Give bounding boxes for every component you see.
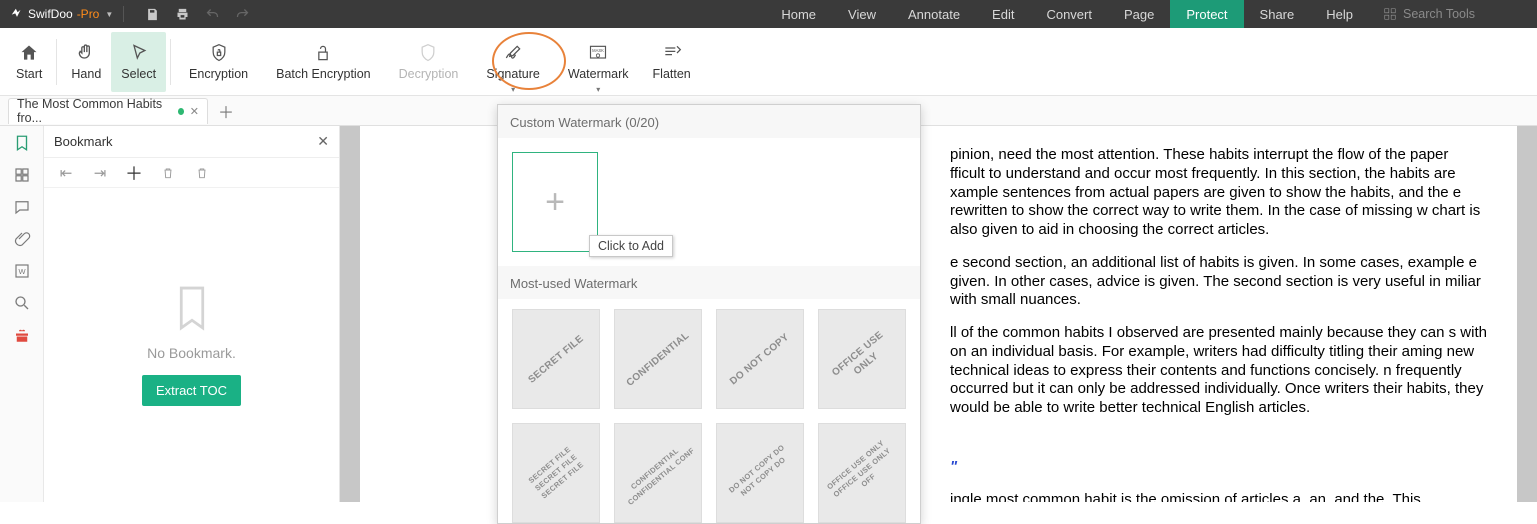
unsaved-indicator [178, 108, 184, 115]
search-tools[interactable] [1369, 0, 1537, 28]
svg-text:MASK: MASK [592, 48, 604, 53]
empty-bookmark-icon [173, 285, 211, 331]
ribbon-watermark[interactable]: MASK Watermark ▾ [554, 32, 643, 92]
tab-title: The Most Common Habits fro... [17, 97, 172, 125]
side-rail: W [0, 126, 44, 502]
add-watermark-tooltip: Click to Add [589, 235, 673, 257]
hand-icon [76, 43, 96, 63]
custom-watermark-area: + Click to Add [498, 138, 920, 266]
delete-bookmark-icon[interactable] [160, 165, 176, 181]
ribbon-select[interactable]: Select [111, 32, 166, 92]
watermark-preset[interactable]: OFFICE USE ONLY [818, 309, 906, 409]
outdent-icon[interactable]: ⇤ [58, 165, 74, 181]
app-edition: -Pro [77, 7, 100, 21]
watermark-preset-grid: SECRET FILE CONFIDENTIAL DO NOT COPY OFF… [498, 299, 920, 523]
panel-header: Bookmark ✕ [44, 126, 339, 158]
app-logo[interactable]: SwifDoo -Pro ▼ [0, 7, 119, 21]
lock-icon [313, 43, 333, 63]
chevron-down-icon: ▾ [596, 85, 600, 94]
panel-body: No Bookmark. Extract TOC [44, 188, 339, 502]
menu-edit[interactable]: Edit [976, 0, 1030, 28]
search-rail-icon[interactable] [11, 292, 33, 314]
menu-view[interactable]: View [832, 0, 892, 28]
menu-protect[interactable]: Protect [1170, 0, 1243, 28]
add-bookmark-icon[interactable]: ＋ [126, 165, 142, 181]
indent-icon[interactable]: ⇥ [92, 165, 108, 181]
undo-icon[interactable] [204, 6, 220, 22]
app-dropdown-caret[interactable]: ▼ [105, 10, 113, 19]
watermark-icon: MASK [588, 43, 608, 63]
panel-title: Bookmark [54, 134, 113, 149]
main-menu: Home View Annotate Edit Convert Page Pro… [765, 0, 1537, 28]
add-tab-button[interactable]: ＋ [218, 99, 234, 123]
menu-home[interactable]: Home [765, 0, 832, 28]
home-icon [19, 43, 39, 63]
shield-unlock-icon [418, 43, 438, 63]
watermark-preset-tiled[interactable]: DO NOT COPY DO NOT COPY DO [716, 423, 804, 523]
panel-close-icon[interactable]: ✕ [317, 133, 329, 150]
ribbon: Start Hand Select Encryption Batch Encry… [0, 28, 1537, 96]
flatten-icon [662, 43, 682, 63]
thumbnails-rail-icon[interactable] [11, 164, 33, 186]
separator [56, 39, 57, 85]
bookmark-panel: Bookmark ✕ ⇤ ⇥ ＋ No Bookmark. Extract TO… [44, 126, 340, 502]
menu-annotate[interactable]: Annotate [892, 0, 976, 28]
ribbon-batch-encryption[interactable]: Batch Encryption [262, 32, 385, 92]
word-export-rail-icon[interactable]: W [11, 260, 33, 282]
chevron-down-icon: ▾ [511, 85, 515, 94]
redo-icon[interactable] [234, 6, 250, 22]
search-input[interactable] [1403, 7, 1523, 21]
watermark-preset[interactable]: DO NOT COPY [716, 309, 804, 409]
shield-lock-icon [209, 43, 229, 63]
plus-icon: + [545, 183, 565, 222]
app-logo-icon [10, 7, 24, 21]
menu-share[interactable]: Share [1244, 0, 1311, 28]
attachments-rail-icon[interactable] [11, 228, 33, 250]
watermark-dropdown-panel: Custom Watermark (0/20) + Click to Add M… [497, 104, 921, 524]
menu-convert[interactable]: Convert [1030, 0, 1108, 28]
title-bar: SwifDoo -Pro ▼ Home View Annotate Edit Co… [0, 0, 1537, 28]
watermark-preset[interactable]: SECRET FILE [512, 309, 600, 409]
watermark-preset-tiled[interactable]: OFFICE USE ONLY OFFICE USE ONLY OFF [818, 423, 906, 523]
print-icon[interactable] [174, 6, 190, 22]
ribbon-flatten[interactable]: Flatten [643, 32, 701, 92]
close-tab-icon[interactable]: ✕ [190, 105, 199, 118]
menu-help[interactable]: Help [1310, 0, 1369, 28]
extract-toc-button[interactable]: Extract TOC [142, 375, 241, 406]
delete-all-icon[interactable] [194, 165, 210, 181]
watermark-preset[interactable]: CONFIDENTIAL [614, 309, 702, 409]
add-watermark-tile[interactable]: + Click to Add [512, 152, 598, 252]
watermark-preset-tiled[interactable]: SECRET FILE SECRET FILE SECRET FILE [512, 423, 600, 523]
app-name: SwifDoo [28, 7, 73, 21]
svg-text:W: W [18, 267, 26, 276]
watermark-preset-tiled[interactable]: CONFIDENTIAL CONFIDENTIAL CONF [614, 423, 702, 523]
ribbon-signature[interactable]: Signature ▾ [472, 32, 554, 92]
ribbon-decryption: Decryption [385, 32, 473, 92]
cursor-icon [129, 43, 149, 63]
search-grid-icon [1383, 7, 1397, 21]
panel-toolbar: ⇤ ⇥ ＋ [44, 158, 339, 188]
ribbon-hand[interactable]: Hand [61, 32, 111, 92]
save-icon[interactable] [144, 6, 160, 22]
document-tab[interactable]: The Most Common Habits fro... ✕ [8, 98, 208, 124]
bookmark-rail-icon[interactable] [11, 132, 33, 154]
empty-message: No Bookmark. [147, 345, 236, 361]
separator [170, 39, 171, 85]
comments-rail-icon[interactable] [11, 196, 33, 218]
menu-page[interactable]: Page [1108, 0, 1170, 28]
separator [123, 6, 124, 22]
signature-icon [503, 43, 523, 63]
custom-watermark-header: Custom Watermark (0/20) [498, 105, 920, 138]
ribbon-start[interactable]: Start [6, 32, 52, 92]
ribbon-encryption[interactable]: Encryption [175, 32, 262, 92]
most-used-header: Most-used Watermark [498, 266, 920, 299]
gift-rail-icon[interactable] [11, 324, 33, 346]
quick-access-toolbar [128, 6, 266, 22]
